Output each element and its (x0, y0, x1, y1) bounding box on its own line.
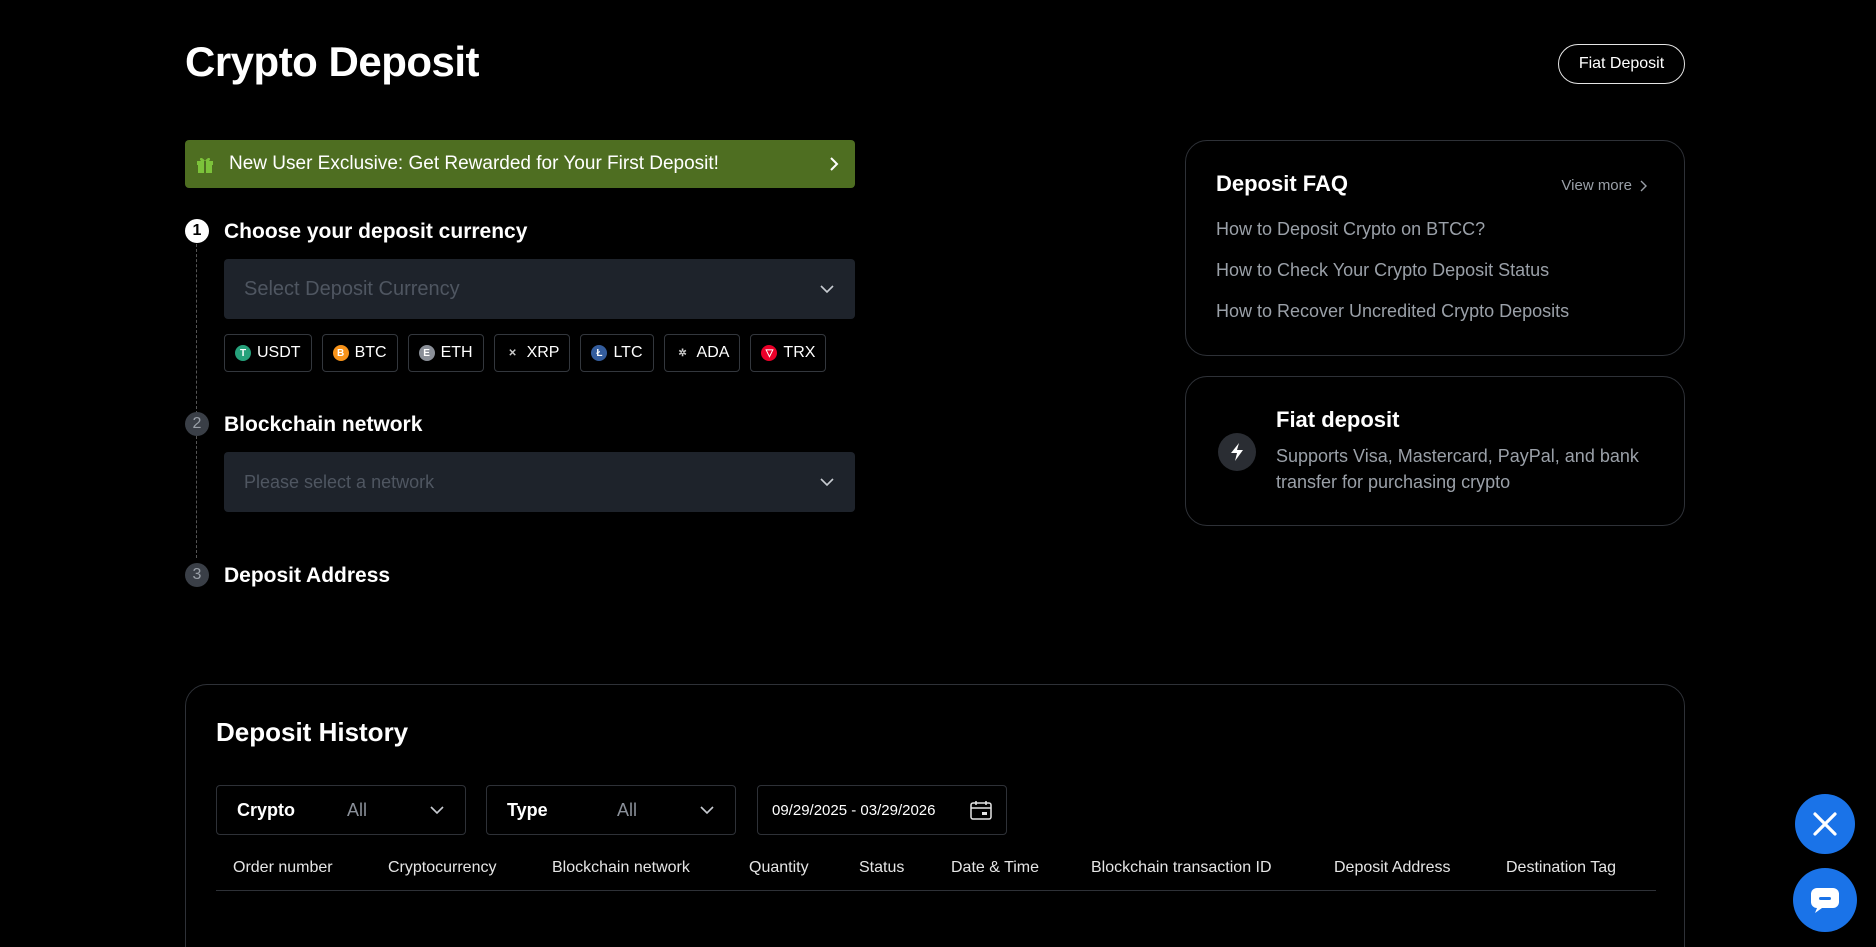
crypto-filter-label: Crypto (237, 799, 295, 820)
chip-label: BTC (354, 344, 387, 361)
chat-support-button[interactable] (1793, 868, 1857, 932)
view-more-label: View more (1561, 177, 1632, 194)
currency-chip-ltc[interactable]: Ł LTC (580, 334, 654, 372)
chip-label: ETH (440, 344, 473, 361)
step-number-1: 1 (185, 219, 209, 243)
step-number-2: 2 (185, 412, 209, 436)
step-connector (196, 244, 197, 414)
step-number-3: 3 (185, 563, 209, 587)
step-title-currency: Choose your deposit currency (224, 220, 528, 243)
col-blockchain-network: Blockchain network (552, 859, 690, 876)
col-order-number: Order number (233, 859, 333, 876)
currency-chip-btc[interactable]: B BTC (321, 334, 398, 372)
chip-label: XRP (526, 344, 560, 361)
deposit-currency-select[interactable]: Select Deposit Currency (224, 259, 855, 319)
chip-label: LTC (613, 344, 643, 361)
step-title-address: Deposit Address (224, 564, 391, 587)
date-range-filter[interactable]: 09/29/2025 - 03/29/2026 (757, 785, 1007, 835)
fiat-card-description: Supports Visa, Mastercard, PayPal, and b… (1276, 446, 1639, 492)
date-range-value: 09/29/2025 - 03/29/2026 (772, 801, 936, 819)
currency-chip-trx[interactable]: ▽ TRX (750, 334, 827, 372)
chip-label: ADA (696, 344, 730, 361)
fiat-deposit-card[interactable]: Fiat deposit Supports Visa, Mastercard, … (1185, 376, 1685, 526)
page-title: Crypto Deposit (185, 38, 480, 85)
faq-view-more-link[interactable]: View more (1561, 177, 1648, 194)
step-connector (196, 436, 197, 558)
chevron-down-icon (700, 806, 714, 815)
col-destination-tag: Destination Tag (1506, 859, 1616, 876)
col-date-time: Date & Time (951, 859, 1040, 876)
x-social-button[interactable] (1795, 794, 1855, 854)
promo-text: New User Exclusive: Get Rewarded for You… (229, 153, 719, 174)
history-title: Deposit History (216, 717, 409, 747)
col-status: Status (859, 859, 905, 876)
currency-chip-eth[interactable]: E ETH (407, 334, 484, 372)
type-filter[interactable]: Type All (486, 785, 736, 835)
col-cryptocurrency: Cryptocurrency (388, 859, 497, 876)
step-title-network: Blockchain network (224, 413, 423, 436)
network-select-placeholder: Please select a network (244, 471, 435, 492)
usdt-icon: T (235, 345, 251, 361)
col-transaction-id: Blockchain transaction ID (1091, 859, 1272, 876)
col-quantity: Quantity (749, 859, 809, 876)
chevron-down-icon (820, 285, 834, 294)
x-logo-icon (1813, 812, 1837, 836)
chevron-right-icon (830, 157, 839, 171)
currency-chip-usdt[interactable]: T USDT (224, 334, 312, 372)
chevron-down-icon (820, 478, 834, 487)
btc-icon: B (332, 345, 349, 361)
crypto-filter[interactable]: Crypto All (216, 785, 466, 835)
currency-chip-ada[interactable]: ✲ ADA (663, 334, 741, 372)
chip-label: USDT (257, 344, 301, 361)
chat-icon (1811, 888, 1839, 913)
chevron-right-icon (1640, 180, 1647, 191)
faq-title: Deposit FAQ (1216, 171, 1349, 196)
chevron-down-icon (430, 806, 444, 815)
history-table-header: Order number Cryptocurrency Blockchain n… (216, 851, 1656, 891)
faq-link[interactable]: How to Recover Uncredited Crypto Deposit… (1216, 301, 1569, 322)
fiat-deposit-button[interactable]: Fiat Deposit (1558, 44, 1685, 84)
chip-label: TRX (783, 344, 816, 361)
network-select[interactable]: Please select a network (224, 452, 855, 512)
eth-icon: E (418, 345, 435, 361)
type-filter-value: All (617, 799, 638, 820)
deposit-history-panel: Deposit History Crypto All Type All 09/2… (185, 684, 1685, 947)
col-deposit-address: Deposit Address (1334, 859, 1451, 876)
currency-select-placeholder: Select Deposit Currency (244, 277, 460, 300)
gift-icon (197, 157, 213, 173)
xrp-icon: ✕ (504, 345, 521, 361)
type-filter-label: Type (507, 799, 548, 820)
lightning-icon (1218, 433, 1256, 471)
faq-link[interactable]: How to Check Your Crypto Deposit Status (1216, 260, 1549, 281)
calendar-icon (970, 801, 992, 820)
currency-shortcuts: T USDT B BTC E ETH ✕ XRP Ł LTC ✲ ADA ▽ T… (224, 334, 827, 372)
currency-chip-xrp[interactable]: ✕ XRP (493, 334, 571, 372)
ltc-icon: Ł (591, 345, 608, 361)
fiat-card-title: Fiat deposit (1276, 407, 1400, 432)
crypto-filter-value: All (347, 799, 368, 820)
deposit-faq-card: Deposit FAQ View more How to Deposit Cry… (1185, 140, 1685, 356)
trx-icon: ▽ (761, 345, 778, 361)
faq-link[interactable]: How to Deposit Crypto on BTCC? (1216, 219, 1485, 240)
ada-icon: ✲ (674, 345, 691, 361)
promo-banner[interactable]: New User Exclusive: Get Rewarded for You… (185, 140, 855, 188)
